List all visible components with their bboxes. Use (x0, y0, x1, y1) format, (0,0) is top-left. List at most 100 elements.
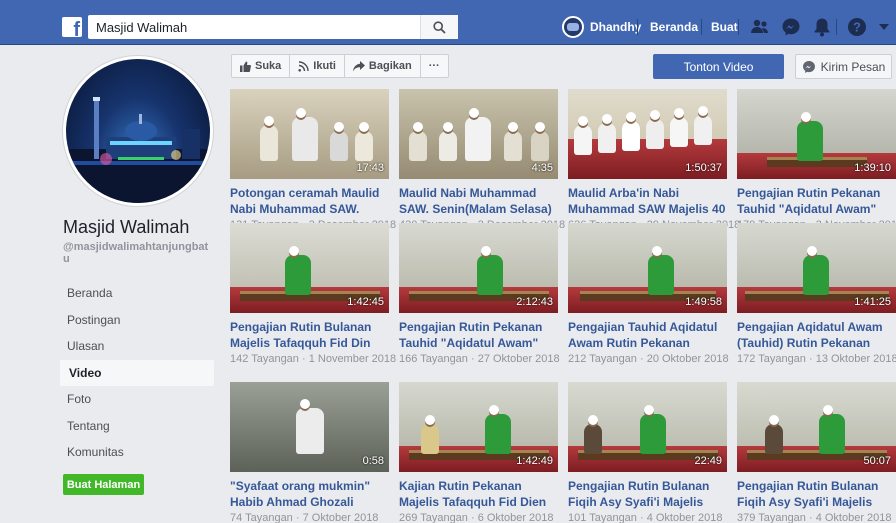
video-title[interactable]: Pengajian Rutin Pekanan Tauhid "Aqidatul… (399, 319, 558, 351)
video-title[interactable]: Pengajian Rutin Bulanan Fiqih Asy Syafi'… (568, 478, 727, 510)
follow-icon (298, 60, 309, 72)
video-thumbnail[interactable]: 1:41:25 (737, 223, 896, 313)
avatar (562, 16, 584, 38)
notifications-icon[interactable] (811, 16, 833, 38)
video-thumbnail[interactable]: 0:58 (230, 382, 389, 472)
account-menu-icon[interactable] (876, 16, 892, 38)
video-title[interactable]: Maulid Arba'in Nabi Muhammad SAW Majelis… (568, 185, 727, 217)
user-name: Dhandhy (590, 20, 642, 34)
video-title[interactable]: Potongan ceramah Maulid Nabi Muhammad SA… (230, 185, 389, 217)
video-duration: 1:41:25 (854, 296, 891, 308)
video-thumbnail[interactable]: 17:43 (230, 89, 389, 179)
video-date: 13 Oktober 2018 (815, 353, 896, 365)
profile-link[interactable]: Dhandhy (562, 14, 641, 40)
video-card[interactable]: 1:42:45 Pengajian Rutin Bulanan Majelis … (230, 223, 397, 365)
sidebar-item-komunitas[interactable]: Komunitas (60, 439, 214, 466)
page-profile-picture[interactable] (63, 56, 213, 206)
video-card[interactable]: 50:07 Pengajian Rutin Bulanan Fiqih Asy … (737, 382, 896, 523)
video-card[interactable]: 1:50:37 Maulid Arba'in Nabi Muhammad SAW… (568, 89, 740, 231)
video-title[interactable]: Pengajian Rutin Bulanan Majelis Tafaqquh… (230, 319, 389, 351)
home-link[interactable]: Beranda (650, 20, 698, 34)
like-label: Suka (255, 60, 282, 72)
video-duration: 1:39:10 (854, 162, 891, 174)
video-duration: 1:42:49 (516, 455, 553, 467)
video-meta: 101 Tayangan · 4 Oktober 2018 (568, 512, 723, 523)
sidebar-item-video[interactable]: Video (60, 359, 214, 386)
video-date: 4 Oktober 2018 (815, 512, 892, 523)
like-button[interactable]: Suka (231, 54, 291, 78)
nav-divider (738, 19, 739, 35)
video-date: 7 Oktober 2018 (302, 512, 379, 523)
search-box (88, 15, 458, 39)
video-thumbnail[interactable]: 1:49:58 (568, 223, 727, 313)
friends-icon[interactable] (749, 16, 771, 38)
video-thumbnail[interactable]: 50:07 (737, 382, 896, 472)
create-page-button[interactable]: Buat Halaman (63, 474, 144, 495)
video-thumbnail[interactable]: 2:12:43 (399, 223, 558, 313)
search-input[interactable] (88, 15, 408, 39)
video-meta: 269 Tayangan · 6 Oktober 2018 (399, 512, 554, 523)
sidebar-item-ulasan[interactable]: Ulasan (60, 333, 214, 360)
video-thumbnail[interactable]: 1:42:49 (399, 382, 558, 472)
page-sidebar-nav: Beranda Postingan Ulasan Video Foto Tent… (60, 280, 214, 466)
video-title[interactable]: Pengajian Tauhid Aqidatul Awam Rutin Pek… (568, 319, 727, 351)
video-views: 142 Tayangan (230, 353, 299, 365)
facebook-logo-icon[interactable]: f (62, 17, 82, 37)
video-duration: 1:49:58 (685, 296, 722, 308)
video-duration: 2:12:43 (516, 296, 553, 308)
follow-button[interactable]: Ikuti (289, 54, 345, 78)
video-duration: 1:50:37 (685, 162, 722, 174)
video-card[interactable]: 4:35 Maulid Nabi Muhammad SAW. Senin(Mal… (399, 89, 565, 231)
watch-video-button[interactable]: Tonton Video (653, 54, 784, 79)
messenger-icon[interactable] (780, 16, 802, 38)
video-card[interactable]: 22:49 Pengajian Rutin Bulanan Fiqih Asy … (568, 382, 727, 523)
video-card[interactable]: 1:39:10 Pengajian Rutin Pekanan Tauhid "… (737, 89, 896, 231)
share-icon (352, 60, 365, 71)
video-date: 4 Oktober 2018 (646, 512, 723, 523)
video-title[interactable]: Pengajian Aqidatul Awam (Tauhid) Rutin P… (737, 319, 896, 351)
messenger-icon (802, 60, 815, 73)
more-options-button[interactable]: ··· (419, 54, 449, 78)
video-card[interactable]: 1:42:49 Kajian Rutin Pekanan Majelis Taf… (399, 382, 558, 523)
video-title[interactable]: Maulid Nabi Muhammad SAW. Senin(Malam Se… (399, 185, 558, 217)
sidebar-item-foto[interactable]: Foto (60, 386, 214, 413)
share-button[interactable]: Bagikan (343, 54, 421, 78)
video-card[interactable]: 1:41:25 Pengajian Aqidatul Awam (Tauhid)… (737, 223, 896, 365)
video-card[interactable]: 1:49:58 Pengajian Tauhid Aqidatul Awam R… (568, 223, 729, 365)
send-message-button[interactable]: Kirim Pesan (795, 54, 892, 79)
video-thumbnail[interactable]: 4:35 (399, 89, 558, 179)
video-meta: 74 Tayangan · 7 Oktober 2018 (230, 512, 379, 523)
video-card[interactable]: 0:58 "Syafaat orang mukmin" Habib Ahmad … (230, 382, 389, 523)
video-card[interactable]: 2:12:43 Pengajian Rutin Pekanan Tauhid "… (399, 223, 560, 365)
video-thumbnail[interactable]: 1:42:45 (230, 223, 389, 313)
search-button[interactable] (420, 15, 458, 39)
video-duration: 0:58 (362, 455, 384, 467)
video-title[interactable]: "Syafaat orang mukmin" Habib Ahmad Ghoza… (230, 478, 389, 510)
help-icon[interactable]: ? (846, 16, 868, 38)
sidebar-item-postingan[interactable]: Postingan (60, 307, 214, 334)
video-thumbnail[interactable]: 1:50:37 (568, 89, 727, 179)
nav-divider (637, 19, 638, 35)
video-thumbnail[interactable]: 1:39:10 (737, 89, 896, 179)
sidebar-item-beranda[interactable]: Beranda (60, 280, 214, 307)
video-meta: 142 Tayangan · 1 November 2018 (230, 353, 397, 365)
page-handle[interactable]: @masjidwalimahtanjungbatu (63, 241, 213, 265)
create-link[interactable]: Buat (711, 20, 738, 34)
video-date: 6 Oktober 2018 (477, 512, 554, 523)
video-meta: 172 Tayangan · 13 Oktober 2018 (737, 353, 896, 365)
video-duration: 17:43 (356, 162, 384, 174)
video-duration: 50:07 (863, 455, 891, 467)
video-duration: 22:49 (694, 455, 722, 467)
video-card[interactable]: 17:43 Potongan ceramah Maulid Nabi Muham… (230, 89, 396, 231)
video-duration: 4:35 (531, 162, 553, 174)
mosque-photo (66, 59, 210, 203)
sidebar-item-tentang[interactable]: Tentang (60, 413, 214, 440)
nav-divider (836, 19, 837, 35)
video-thumbnail[interactable]: 22:49 (568, 382, 727, 472)
video-title[interactable]: Pengajian Rutin Pekanan Tauhid "Aqidatul… (737, 185, 896, 217)
share-label: Bagikan (368, 60, 412, 72)
page-title: Masjid Walimah (63, 217, 190, 237)
video-views: 172 Tayangan (737, 353, 806, 365)
video-title[interactable]: Kajian Rutin Pekanan Majelis Tafaqquh Fi… (399, 478, 558, 510)
video-title[interactable]: Pengajian Rutin Bulanan Fiqih Asy Syafi'… (737, 478, 896, 510)
